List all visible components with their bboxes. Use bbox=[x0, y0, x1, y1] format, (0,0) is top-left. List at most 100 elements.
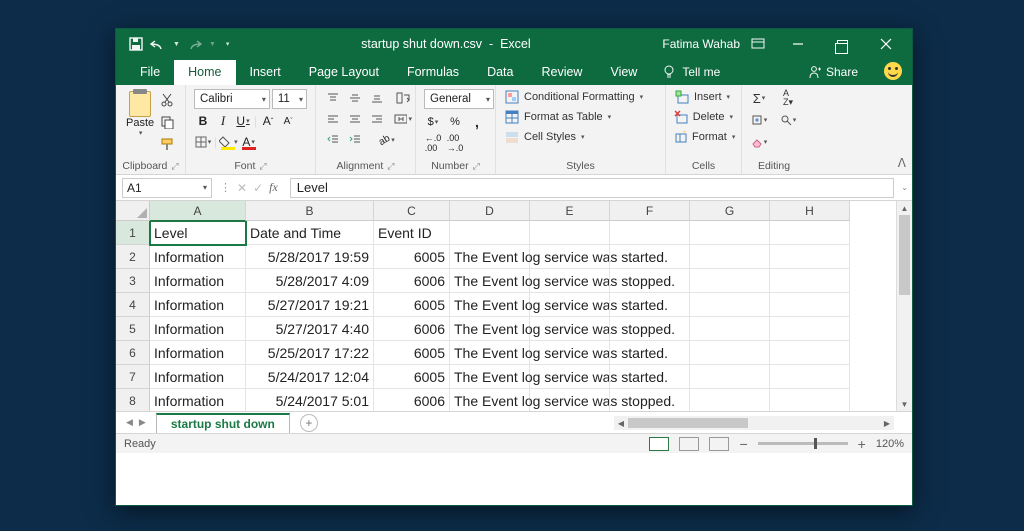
column-header[interactable]: F bbox=[610, 201, 690, 221]
formula-expand-icon[interactable]: ⌄ bbox=[901, 183, 908, 192]
underline-button[interactable]: U▾ bbox=[234, 112, 252, 130]
sheet-next-icon[interactable]: ▶ bbox=[139, 417, 146, 428]
cell[interactable]: Information bbox=[150, 293, 246, 317]
cell[interactable]: Information bbox=[150, 245, 246, 269]
tab-file[interactable]: File bbox=[126, 60, 174, 85]
cell[interactable]: 5/24/2017 12:04 bbox=[246, 365, 374, 389]
ribbon-options-icon[interactable] bbox=[750, 36, 766, 52]
undo-dropdown[interactable]: ▼ bbox=[173, 41, 180, 48]
vertical-scrollbar[interactable]: ▲ ▼ bbox=[896, 201, 912, 411]
zoom-in-icon[interactable]: + bbox=[858, 436, 866, 452]
redo-icon[interactable] bbox=[186, 36, 202, 52]
align-top-icon[interactable] bbox=[324, 89, 342, 107]
align-bottom-icon[interactable] bbox=[368, 89, 386, 107]
align-middle-icon[interactable] bbox=[346, 89, 364, 107]
cell[interactable] bbox=[450, 221, 530, 245]
font-size-combo[interactable]: 11▾ bbox=[272, 89, 307, 109]
close-button[interactable] bbox=[864, 29, 908, 59]
page-break-view-icon[interactable] bbox=[709, 437, 729, 451]
font-name-combo[interactable]: Calibri▾ bbox=[194, 89, 270, 109]
cell[interactable] bbox=[690, 389, 770, 411]
cell[interactable]: Information bbox=[150, 269, 246, 293]
redo-dropdown[interactable]: ▼ bbox=[209, 41, 216, 48]
italic-button[interactable]: I bbox=[214, 112, 232, 130]
alignment-launcher[interactable]: ⤢ bbox=[387, 161, 394, 172]
row-header[interactable]: 6 bbox=[116, 341, 150, 365]
name-box[interactable]: A1▾ bbox=[122, 178, 212, 198]
orientation-icon[interactable]: ab▾ bbox=[378, 131, 396, 149]
save-icon[interactable] bbox=[128, 36, 144, 52]
cell[interactable] bbox=[770, 293, 850, 317]
paste-button[interactable]: Paste ▾ bbox=[124, 89, 156, 153]
column-header[interactable]: D bbox=[450, 201, 530, 221]
cell[interactable] bbox=[610, 221, 690, 245]
cell[interactable]: The Event log service was stopped. bbox=[450, 389, 530, 411]
restore-button[interactable] bbox=[820, 29, 864, 59]
increase-font-icon[interactable]: Aˆ bbox=[259, 112, 277, 130]
tell-me[interactable]: Tell me bbox=[651, 59, 730, 85]
increase-decimal-icon[interactable]: ←.0.00 bbox=[424, 134, 442, 152]
fill-color-icon[interactable]: ▾ bbox=[219, 133, 238, 151]
cell[interactable] bbox=[530, 221, 610, 245]
font-color-icon[interactable]: A▾ bbox=[240, 133, 258, 151]
horizontal-scrollbar[interactable]: ◀ ▶ bbox=[614, 416, 894, 430]
cell[interactable] bbox=[610, 365, 690, 389]
scroll-down-icon[interactable]: ▼ bbox=[897, 397, 912, 411]
new-sheet-button[interactable]: + bbox=[300, 414, 318, 432]
cell[interactable] bbox=[690, 221, 770, 245]
select-all-corner[interactable] bbox=[116, 201, 150, 221]
cell[interactable]: Information bbox=[150, 389, 246, 411]
cut-icon[interactable] bbox=[158, 91, 176, 109]
column-header[interactable]: A bbox=[150, 201, 246, 221]
sheet-prev-icon[interactable]: ◀ bbox=[126, 417, 133, 428]
cell[interactable]: The Event log service was stopped. bbox=[450, 317, 530, 341]
minimize-button[interactable] bbox=[776, 29, 820, 59]
zoom-level[interactable]: 120% bbox=[876, 438, 904, 450]
cell[interactable]: 6005 bbox=[374, 245, 450, 269]
normal-view-icon[interactable] bbox=[649, 437, 669, 451]
bold-button[interactable]: B bbox=[194, 112, 212, 130]
comma-format-icon[interactable]: , bbox=[468, 113, 486, 131]
clear-icon[interactable]: ▾ bbox=[750, 133, 768, 151]
cell[interactable] bbox=[530, 341, 610, 365]
cell[interactable]: 5/27/2017 19:21 bbox=[246, 293, 374, 317]
cell[interactable] bbox=[770, 269, 850, 293]
delete-cells-button[interactable]: Delete▾ bbox=[674, 109, 733, 125]
cell[interactable]: 5/28/2017 4:09 bbox=[246, 269, 374, 293]
cell[interactable] bbox=[610, 293, 690, 317]
number-format-combo[interactable]: General▾ bbox=[424, 89, 494, 109]
tab-insert[interactable]: Insert bbox=[236, 60, 295, 85]
cell[interactable]: The Event log service was started. bbox=[450, 365, 530, 389]
fill-icon[interactable]: ▾ bbox=[750, 111, 768, 129]
cell[interactable] bbox=[690, 293, 770, 317]
collapse-ribbon-icon[interactable]: ᐱ bbox=[898, 156, 906, 170]
cell[interactable] bbox=[770, 389, 850, 411]
cell[interactable]: Date and Time bbox=[246, 221, 374, 245]
borders-icon[interactable]: ▾ bbox=[194, 133, 212, 151]
tab-home[interactable]: Home bbox=[174, 60, 235, 85]
column-header[interactable]: E bbox=[530, 201, 610, 221]
conditional-formatting-button[interactable]: Conditional Formatting▾ bbox=[504, 89, 657, 105]
format-cells-button[interactable]: Format▾ bbox=[674, 129, 733, 145]
cell[interactable]: Information bbox=[150, 365, 246, 389]
tab-page-layout[interactable]: Page Layout bbox=[295, 60, 393, 85]
insert-cells-button[interactable]: Insert▾ bbox=[674, 89, 733, 105]
cell[interactable] bbox=[530, 389, 610, 411]
accounting-format-icon[interactable]: $▾ bbox=[424, 113, 442, 131]
copy-icon[interactable] bbox=[158, 113, 176, 131]
cell[interactable]: The Event log service was started. bbox=[450, 293, 530, 317]
formula-bar[interactable]: Level bbox=[290, 178, 894, 198]
cell[interactable] bbox=[690, 365, 770, 389]
tab-view[interactable]: View bbox=[596, 60, 651, 85]
sort-filter-icon[interactable]: AZ▾ bbox=[779, 89, 797, 107]
undo-icon[interactable] bbox=[150, 36, 166, 52]
column-header[interactable]: B bbox=[246, 201, 374, 221]
cell[interactable] bbox=[530, 317, 610, 341]
cell[interactable] bbox=[610, 389, 690, 411]
decrease-font-icon[interactable]: Aˇ bbox=[279, 112, 297, 130]
row-header[interactable]: 8 bbox=[116, 389, 150, 411]
cell[interactable] bbox=[610, 245, 690, 269]
cell[interactable]: 6006 bbox=[374, 269, 450, 293]
enter-formula-icon[interactable]: ✓ bbox=[253, 181, 263, 195]
cell[interactable]: The Event log service was stopped. bbox=[450, 269, 530, 293]
